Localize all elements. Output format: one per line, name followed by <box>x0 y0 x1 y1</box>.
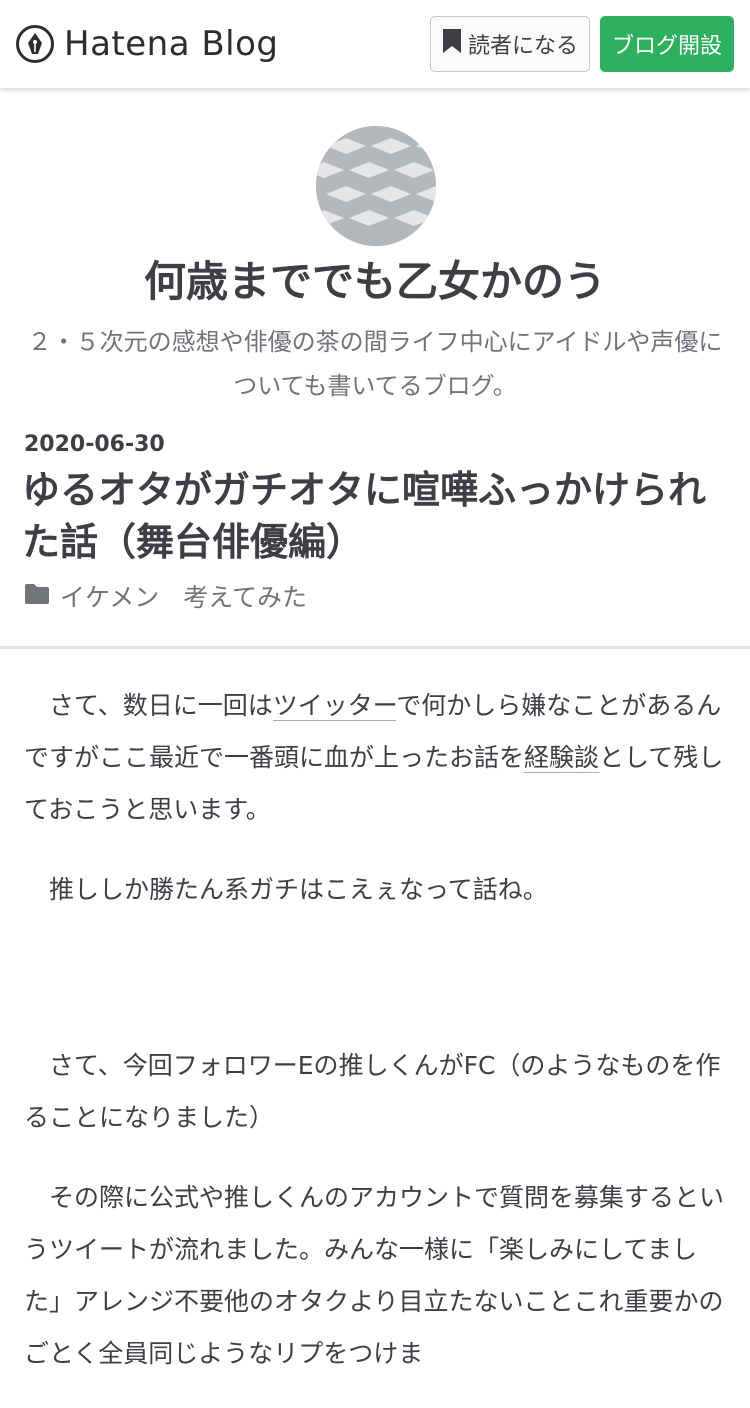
body-text: その際に公式や推しくんのアカウントで質問を募集するというツイートが流れました。み… <box>24 1183 725 1368</box>
brand-name: Hatena Blog <box>64 24 279 64</box>
entry-date[interactable]: 2020-06-30 <box>24 430 165 460</box>
entry-title[interactable]: ゆるオタがガチオタに喧嘩ふっかけられた話（舞台俳優編） <box>22 464 734 568</box>
entry-categories: イケメン 考えてみた <box>24 578 321 614</box>
open-blog-label: ブログ開設 <box>611 34 722 59</box>
blank-space <box>24 944 728 1040</box>
paragraph: さて、今回フォロワーEの推しくんがFC（のようなものを作ることになりました） <box>24 1040 728 1144</box>
blog-title[interactable]: 何歳まででも乙女かのう <box>0 256 750 308</box>
paragraph: その際に公式や推しくんのアカウントで質問を募集するというツイートが流れました。み… <box>24 1172 728 1380</box>
body-text: さて、数日に一回は <box>49 691 273 720</box>
bookmark-icon <box>442 28 462 60</box>
pen-nib-icon <box>16 25 54 63</box>
folder-icon <box>24 582 50 611</box>
open-blog-button[interactable]: ブログ開設 <box>600 16 734 72</box>
global-header: Hatena Blog 読者になる ブログ開設 <box>0 0 750 88</box>
keyword-link-keikendan[interactable]: 経験談 <box>524 743 600 773</box>
category-link-ikemen[interactable]: イケメン <box>60 578 159 614</box>
blog-description: ２・５次元の感想や俳優の茶の間ライフ中心にアイドルや声優についても書いてるブログ… <box>27 328 723 400</box>
subscribe-button[interactable]: 読者になる <box>430 16 590 72</box>
paragraph: 推ししか勝たん系ガチはこえぇなって話ね。 <box>24 864 728 916</box>
subscribe-label: 読者になる <box>467 34 578 59</box>
entry-divider <box>0 646 750 649</box>
entry-body: さて、数日に一回はツイッターで何かしら嫌なことがあるんですがここ最近で一番頭に血… <box>24 680 728 1408</box>
blog-avatar[interactable] <box>316 126 436 246</box>
keyword-link-twitter[interactable]: ツイッター <box>272 691 397 721</box>
paragraph: さて、数日に一回はツイッターで何かしら嫌なことがあるんですがここ最近で一番頭に血… <box>24 680 728 836</box>
category-link-kangaetemita[interactable]: 考えてみた <box>183 578 307 614</box>
body-text: 推ししか勝たん系ガチはこえぇなって話ね。 <box>49 875 548 904</box>
hatena-blog-logo[interactable]: Hatena Blog <box>16 22 279 66</box>
body-text: さて、今回フォロワーEの推しくんがFC（のようなものを作ることになりました） <box>24 1051 721 1132</box>
